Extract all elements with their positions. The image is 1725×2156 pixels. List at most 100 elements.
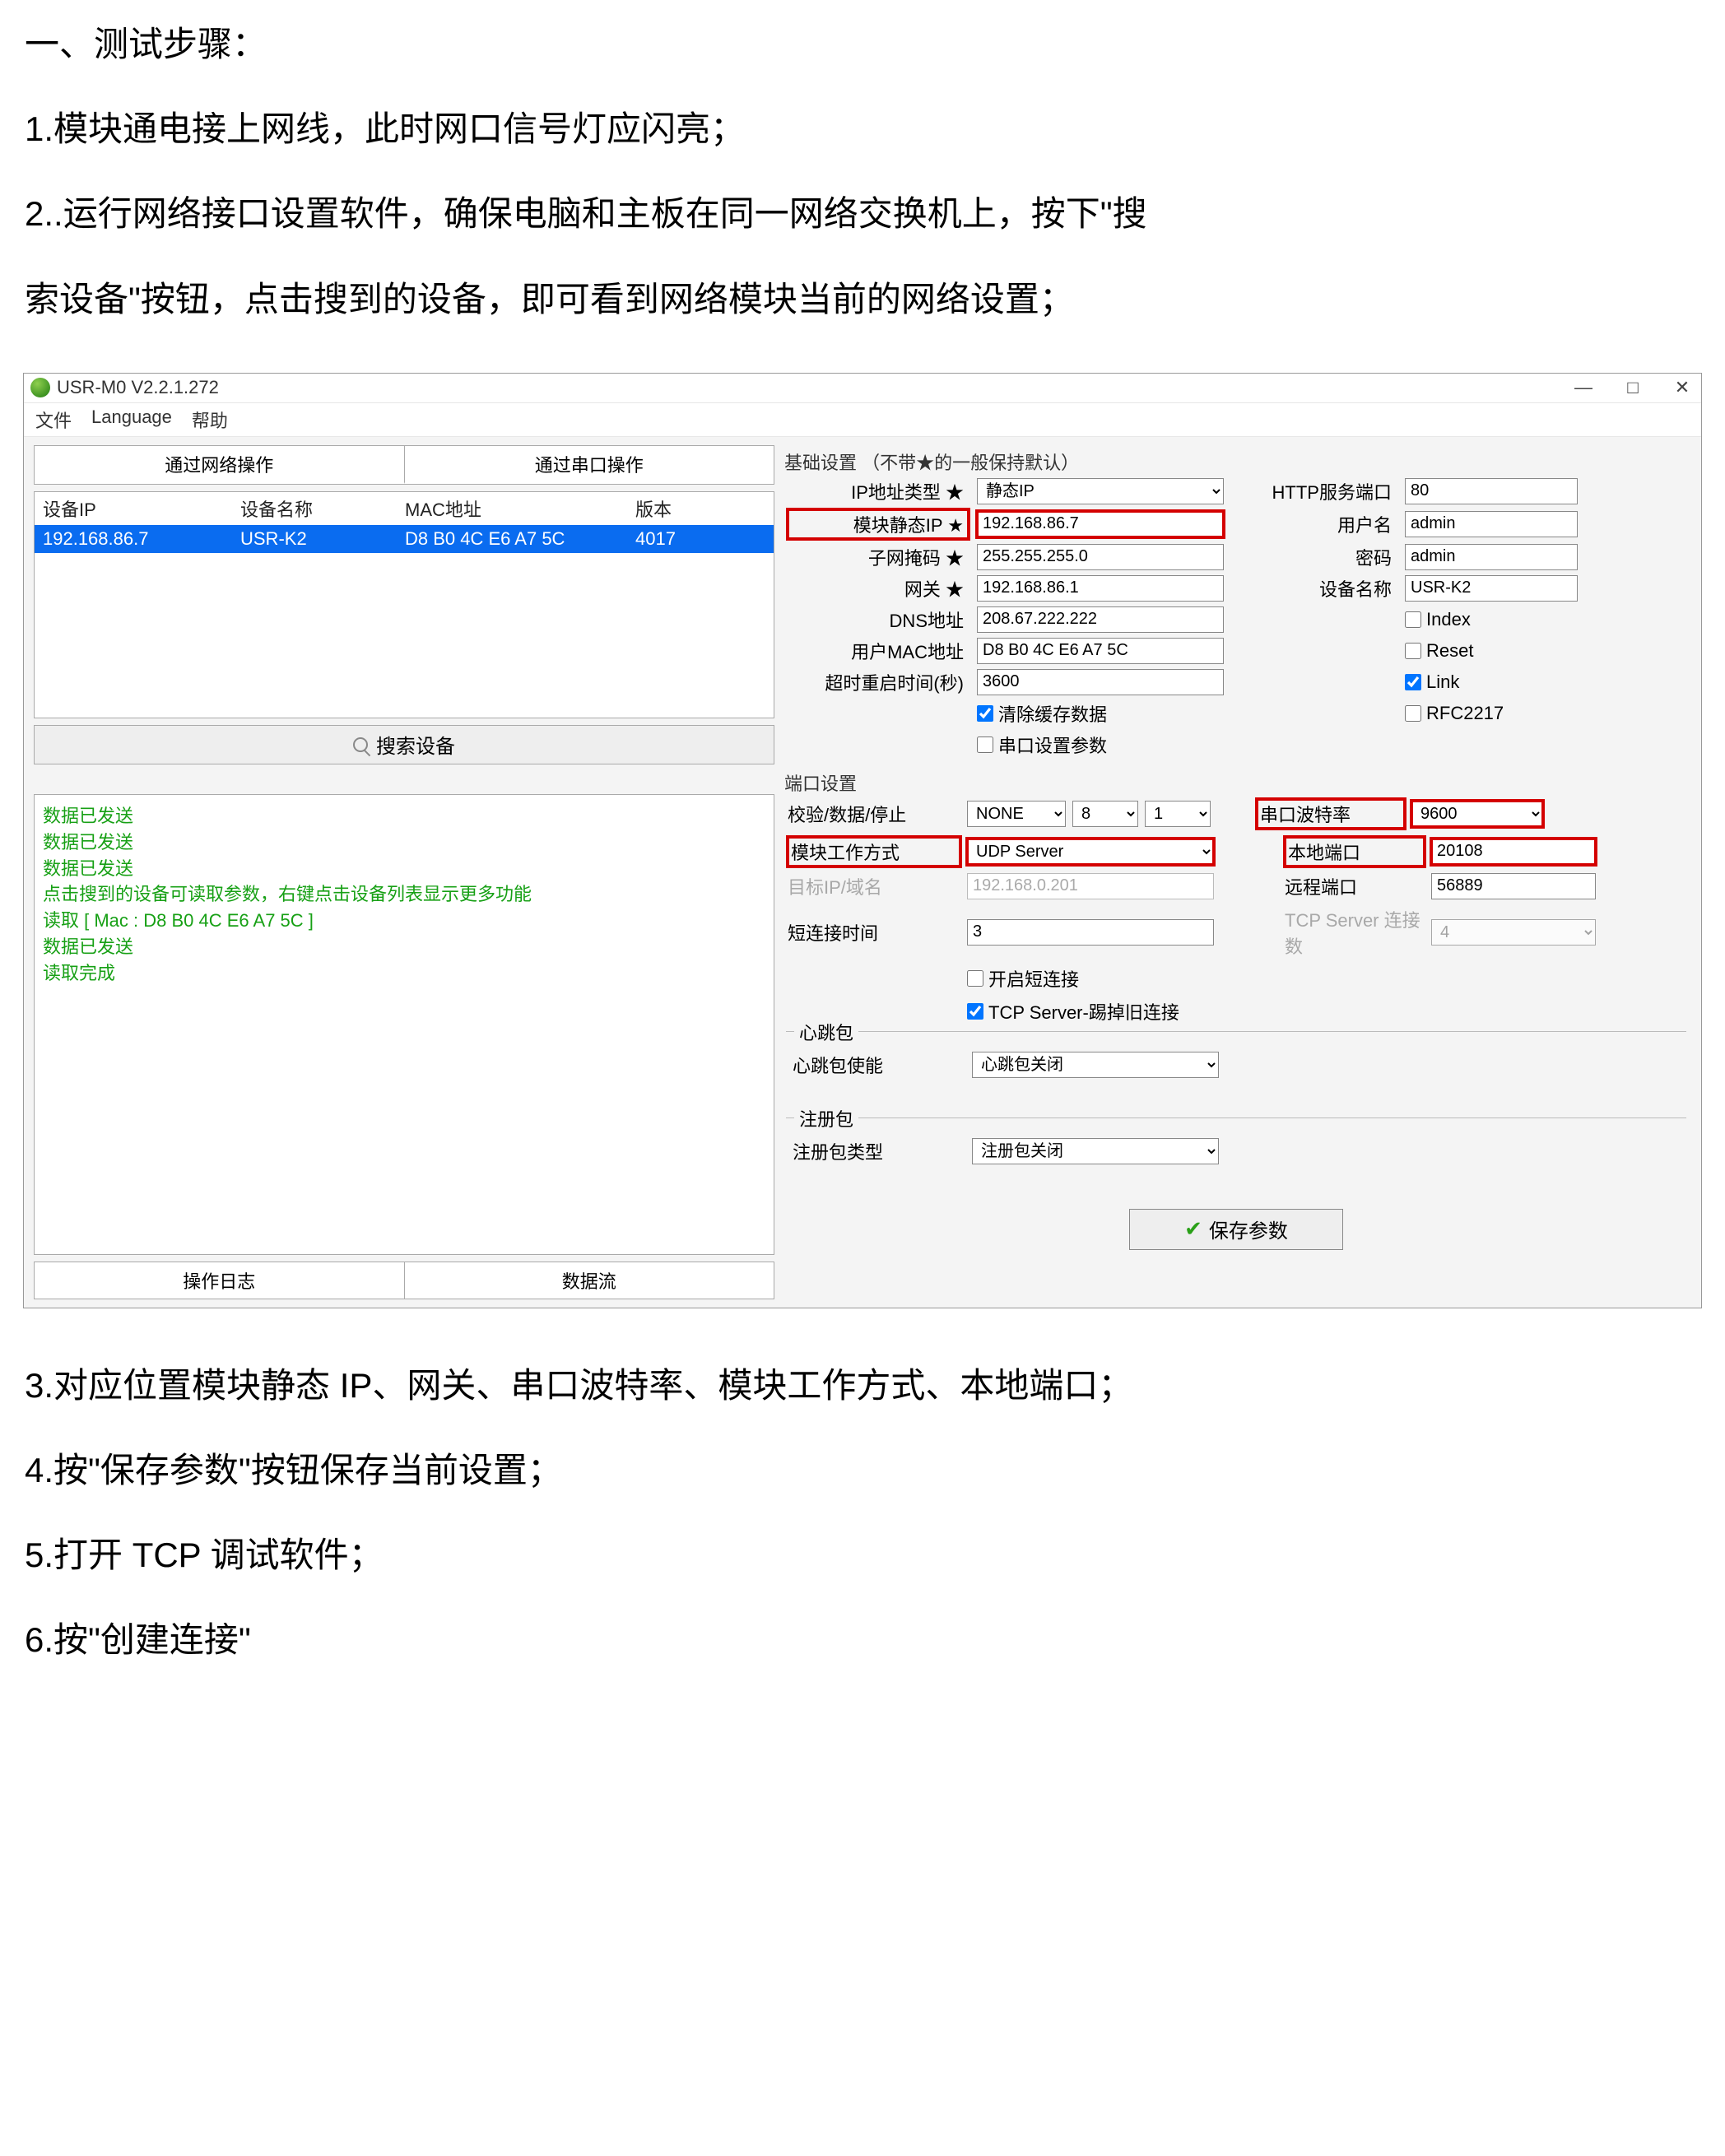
bottom-tabs: 操作日志 数据流 <box>34 1262 774 1299</box>
lbl-password: 密码 <box>1232 544 1397 570</box>
lbl-http-port: HTTP服务端口 <box>1232 478 1397 504</box>
lbl-static-ip: 模块静态IP <box>788 509 969 539</box>
cell-ver: 4017 <box>635 528 734 550</box>
table-row[interactable]: 192.168.86.7 USR-K2 D8 B0 4C E6 A7 5C 40… <box>35 525 774 553</box>
cb-clear-cache[interactable]: 清除缓存数据 <box>977 700 1224 727</box>
lbl-user-mac: 用户MAC地址 <box>788 638 969 664</box>
search-device-button[interactable]: 搜索设备 <box>34 725 774 764</box>
doc-step-6: 6.按"创建连接" <box>25 1612 1700 1667</box>
lbl-tcp-conn: TCP Server 连接数 <box>1285 906 1425 959</box>
search-button-label: 搜索设备 <box>376 730 455 759</box>
local-port-input[interactable] <box>1431 839 1596 865</box>
menu-file[interactable]: 文件 <box>35 407 72 433</box>
cell-mac: D8 B0 4C E6 A7 5C <box>405 528 635 550</box>
remote-port-input[interactable] <box>1431 873 1596 899</box>
parity-select[interactable]: NONE <box>967 801 1066 827</box>
devname-input[interactable] <box>1405 575 1578 602</box>
menubar: 文件 Language 帮助 <box>24 403 1701 437</box>
lbl-devname: 设备名称 <box>1232 575 1397 602</box>
doc-step-4: 4.按"保存参数"按钮保存当前设置； <box>25 1443 1700 1498</box>
col-ver: 版本 <box>635 495 734 522</box>
lbl-local-port: 本地端口 <box>1285 837 1425 867</box>
app-icon <box>30 378 50 397</box>
baud-select[interactable]: 9600 <box>1411 801 1543 827</box>
short-timeout-input[interactable] <box>967 919 1214 946</box>
tcp-conn-select: 4 <box>1431 919 1596 946</box>
static-ip-input[interactable] <box>977 511 1224 537</box>
cb-short-conn[interactable]: 开启短连接 <box>967 965 1214 992</box>
lbl-reboot: 超时重启时间(秒) <box>788 669 969 695</box>
reboot-input[interactable] <box>977 669 1224 695</box>
lbl-remote-port: 远程端口 <box>1285 873 1425 899</box>
close-button[interactable]: ✕ <box>1670 377 1695 398</box>
tab-op-log[interactable]: 操作日志 <box>35 1262 405 1299</box>
op-tabs: 通过网络操作 通过串口操作 <box>34 445 774 485</box>
ip-type-select[interactable]: 静态IP <box>977 478 1224 504</box>
lbl-mask: 子网掩码 <box>788 544 969 570</box>
password-input[interactable] <box>1405 544 1578 570</box>
cell-ip: 192.168.86.7 <box>43 528 240 550</box>
tab-serial-op[interactable]: 通过串口操作 <box>405 446 774 484</box>
lbl-gateway: 网关 <box>788 575 969 602</box>
gateway-input[interactable] <box>977 575 1224 602</box>
lbl-target: 目标IP/域名 <box>788 873 960 899</box>
search-icon <box>353 737 368 752</box>
target-input <box>967 873 1214 899</box>
minimize-button[interactable]: — <box>1571 377 1596 398</box>
maximize-button[interactable]: □ <box>1620 377 1645 398</box>
lbl-dns: DNS地址 <box>788 606 969 633</box>
checkmark-icon: ✔ <box>1184 1216 1202 1242</box>
doc-step-2a: 2..运行网络接口设置软件，确保电脑和主板在同一网络交换机上，按下"搜 <box>25 186 1700 241</box>
log-box: 数据已发送 数据已发送 数据已发送 点击搜到的设备可读取参数，右键点击设备列表显… <box>34 794 774 1255</box>
menu-help[interactable]: 帮助 <box>192 407 228 433</box>
lbl-username: 用户名 <box>1232 511 1397 537</box>
log-line: 数据已发送 <box>43 803 765 829</box>
cb-rfc2217[interactable]: RFC2217 <box>1405 703 1578 724</box>
username-input[interactable] <box>1405 511 1578 537</box>
lbl-heart-enable: 心跳包使能 <box>793 1052 965 1078</box>
lbl-reg-type: 注册包类型 <box>793 1138 965 1164</box>
save-params-button[interactable]: ✔ 保存参数 <box>1129 1209 1343 1250</box>
reg-type-select[interactable]: 注册包关闭 <box>972 1138 1219 1164</box>
lbl-short-timeout: 短连接时间 <box>788 919 960 946</box>
app-window: USR-M0 V2.2.1.272 — □ ✕ 文件 Language 帮助 通… <box>23 373 1702 1308</box>
databits-select[interactable]: 8 <box>1072 801 1138 827</box>
tab-network-op[interactable]: 通过网络操作 <box>35 446 405 484</box>
doc-step-5: 5.打开 TCP 调试软件； <box>25 1527 1700 1582</box>
cell-name: USR-K2 <box>240 528 405 550</box>
device-table: 设备IP 设备名称 MAC地址 版本 192.168.86.7 USR-K2 D… <box>34 491 774 718</box>
tab-data-stream[interactable]: 数据流 <box>405 1262 774 1299</box>
cb-serial-cfg[interactable]: 串口设置参数 <box>977 732 1224 758</box>
menu-language[interactable]: Language <box>91 407 172 433</box>
doc-step-1: 1.模块通电接上网线，此时网口信号灯应闪亮； <box>25 101 1700 156</box>
col-ip: 设备IP <box>43 495 240 522</box>
port-settings-title: 端口设置 <box>781 766 1691 799</box>
stopbits-select[interactable]: 1 <box>1145 801 1211 827</box>
heart-enable-select[interactable]: 心跳包关闭 <box>972 1052 1219 1078</box>
cb-index[interactable]: Index <box>1405 609 1578 630</box>
window-title: USR-M0 V2.2.1.272 <box>57 377 1571 398</box>
lbl-baud: 串口波特率 <box>1257 799 1405 829</box>
dns-input[interactable] <box>977 606 1224 633</box>
log-line: 读取完成 <box>43 960 765 987</box>
lbl-parity: 校验/数据/停止 <box>788 801 960 827</box>
log-line: 数据已发送 <box>43 856 765 882</box>
work-mode-select[interactable]: UDP Server <box>967 839 1214 865</box>
log-line: 点击搜到的设备可读取参数，右键点击设备列表显示更多功能 <box>43 881 765 908</box>
cb-reset[interactable]: Reset <box>1405 640 1578 662</box>
log-line: 数据已发送 <box>43 829 765 856</box>
lbl-work-mode: 模块工作方式 <box>788 837 960 867</box>
titlebar: USR-M0 V2.2.1.272 — □ ✕ <box>24 374 1701 403</box>
doc-step-2b: 索设备"按钮，点击搜到的设备，即可看到网络模块当前的网络设置； <box>25 272 1700 327</box>
cb-link[interactable]: Link <box>1405 671 1578 693</box>
lbl-ip-type: IP地址类型 <box>788 478 969 504</box>
col-mac: MAC地址 <box>405 495 635 522</box>
mask-input[interactable] <box>977 544 1224 570</box>
log-line: 读取 [ Mac : D8 B0 4C E6 A7 5C ] <box>43 908 765 934</box>
user-mac-input[interactable] <box>977 638 1224 664</box>
basic-settings-title: 基础设置 （不带★的一般保持默认） <box>781 445 1691 478</box>
http-port-input[interactable] <box>1405 478 1578 504</box>
doc-step-3: 3.对应位置模块静态 IP、网关、串口波特率、模块工作方式、本地端口； <box>25 1358 1700 1413</box>
save-button-label: 保存参数 <box>1209 1215 1288 1243</box>
cb-kick-old[interactable]: TCP Server-踢掉旧连接 <box>967 998 1214 1025</box>
